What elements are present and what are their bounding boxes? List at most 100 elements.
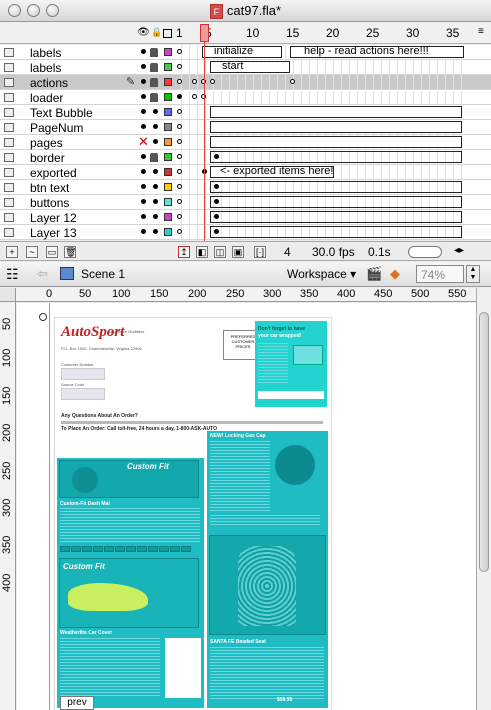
- layer-name[interactable]: border: [30, 151, 65, 165]
- layer-row[interactable]: exported <- exported items here!: [0, 165, 491, 180]
- visible-dot[interactable]: [141, 124, 146, 129]
- visible-dot[interactable]: [141, 49, 146, 54]
- edit-multiple-frames-icon[interactable]: ▣: [232, 246, 244, 258]
- lock-dot[interactable]: [153, 184, 158, 189]
- outline-color-swatch[interactable]: [164, 123, 172, 131]
- keyframe[interactable]: [177, 139, 182, 144]
- add-motion-guide-icon[interactable]: ~: [26, 246, 38, 258]
- timeline-toggle-icon[interactable]: ☷: [6, 266, 19, 283]
- edit-symbols-icon[interactable]: ◆: [390, 266, 400, 282]
- frame-rate-readout[interactable]: 30.0 fps: [312, 245, 355, 259]
- layer-row[interactable]: btn text: [0, 180, 491, 195]
- playhead[interactable]: [200, 24, 209, 42]
- frame-ruler[interactable]: 1 5 10 15 20 25 30 35: [172, 22, 477, 44]
- frame-span[interactable]: [210, 181, 462, 193]
- layer-row[interactable]: border: [0, 150, 491, 165]
- outline-color-swatch[interactable]: [164, 138, 172, 146]
- layer-row[interactable]: labels initialize help - read actions he…: [0, 45, 491, 60]
- keyframe[interactable]: [177, 79, 182, 84]
- outline-color-swatch[interactable]: [164, 183, 172, 191]
- layer-frames[interactable]: [174, 90, 464, 105]
- lock-dot[interactable]: [153, 199, 158, 204]
- keyframe[interactable]: [290, 79, 295, 84]
- keyframe[interactable]: [192, 79, 197, 84]
- lock-dot[interactable]: [153, 229, 158, 234]
- keyframe[interactable]: [177, 124, 182, 129]
- layer-frames[interactable]: <- exported items here!: [174, 165, 464, 180]
- center-frame-icon[interactable]: ↥: [178, 246, 190, 258]
- keyframe[interactable]: [177, 154, 182, 159]
- keyframe[interactable]: [177, 199, 182, 204]
- frame-span[interactable]: [210, 196, 462, 208]
- catalog-page[interactable]: AutoSport Automotive Outfitters P.O. Box…: [55, 318, 331, 710]
- scroll-thumb[interactable]: [479, 312, 489, 572]
- eye-icon[interactable]: 👁: [137, 27, 150, 38]
- timeline-scroll-thumb[interactable]: [408, 246, 442, 258]
- outline-color-swatch[interactable]: [164, 198, 172, 206]
- back-arrow-icon[interactable]: ⇦: [37, 266, 48, 282]
- registration-point[interactable]: [39, 313, 47, 321]
- layer-name[interactable]: Layer 13: [30, 226, 77, 240]
- frame-span[interactable]: [210, 211, 462, 223]
- layer-name[interactable]: loader: [30, 91, 63, 105]
- layer-row-selected[interactable]: actions ✎: [0, 75, 491, 90]
- layer-name[interactable]: actions: [30, 76, 68, 90]
- layer-frames[interactable]: start: [174, 60, 464, 75]
- keyframe[interactable]: [177, 214, 182, 219]
- frame-span[interactable]: [210, 121, 462, 133]
- keyframe[interactable]: [210, 79, 215, 84]
- frame-span[interactable]: [210, 226, 462, 238]
- layer-name[interactable]: buttons: [30, 196, 69, 210]
- frame-span[interactable]: [210, 106, 462, 118]
- insert-folder-icon[interactable]: ▭: [46, 246, 58, 258]
- layer-frames[interactable]: [174, 210, 464, 225]
- outline-color-swatch[interactable]: [164, 168, 172, 176]
- workspace-menu[interactable]: Workspace ▾: [287, 267, 356, 281]
- lock-icon[interactable]: [150, 48, 158, 57]
- keyframe[interactable]: [177, 184, 182, 189]
- visible-dot[interactable]: [141, 229, 146, 234]
- layer-name[interactable]: pages: [30, 136, 63, 150]
- layer-name[interactable]: labels: [30, 61, 61, 75]
- layer-name[interactable]: btn text: [30, 181, 69, 195]
- keyframe[interactable]: [177, 94, 182, 99]
- layer-name[interactable]: Layer 12: [30, 211, 77, 225]
- zoom-stepper[interactable]: ▲ ▼: [466, 265, 480, 283]
- layer-row[interactable]: Layer 13: [0, 225, 491, 240]
- outline-icon[interactable]: [163, 29, 172, 38]
- layer-frames[interactable]: [174, 120, 464, 135]
- insert-layer-icon[interactable]: +: [6, 246, 18, 258]
- layer-row[interactable]: labels start: [0, 60, 491, 75]
- layer-name[interactable]: exported: [30, 166, 77, 180]
- keyframe[interactable]: [177, 109, 182, 114]
- outline-color-swatch[interactable]: [164, 153, 172, 161]
- layer-frames[interactable]: [174, 195, 464, 210]
- scroll-right-icon[interactable]: ◂▸: [454, 245, 464, 256]
- visible-dot[interactable]: [141, 64, 146, 69]
- lock-dot[interactable]: [153, 109, 158, 114]
- layer-row[interactable]: Layer 12: [0, 210, 491, 225]
- outline-color-swatch[interactable]: [164, 228, 172, 236]
- outline-color-swatch[interactable]: [164, 63, 172, 71]
- prev-button[interactable]: prev: [60, 696, 94, 710]
- keyframe[interactable]: [192, 94, 197, 99]
- lock-icon[interactable]: 🔒: [151, 27, 162, 38]
- layer-frames[interactable]: [174, 225, 464, 240]
- keyframe[interactable]: [177, 169, 182, 174]
- frame-span[interactable]: [210, 151, 462, 163]
- keyframe[interactable]: [177, 64, 182, 69]
- layer-name[interactable]: PageNum: [30, 121, 83, 135]
- layer-name[interactable]: Text Bubble: [30, 106, 93, 120]
- lock-dot[interactable]: [153, 139, 158, 144]
- layer-frames[interactable]: [174, 150, 464, 165]
- outline-color-swatch[interactable]: [164, 108, 172, 116]
- visible-dot[interactable]: [141, 79, 146, 84]
- zoom-field[interactable]: 74%: [416, 265, 464, 283]
- vertical-scrollbar[interactable]: [476, 288, 491, 710]
- lock-dot[interactable]: [153, 214, 158, 219]
- layer-frames[interactable]: [174, 105, 464, 120]
- layer-row[interactable]: PageNum: [0, 120, 491, 135]
- timeline-options-icon[interactable]: ≡: [478, 26, 484, 37]
- visible-dot[interactable]: [141, 94, 146, 99]
- lock-icon[interactable]: [150, 63, 158, 72]
